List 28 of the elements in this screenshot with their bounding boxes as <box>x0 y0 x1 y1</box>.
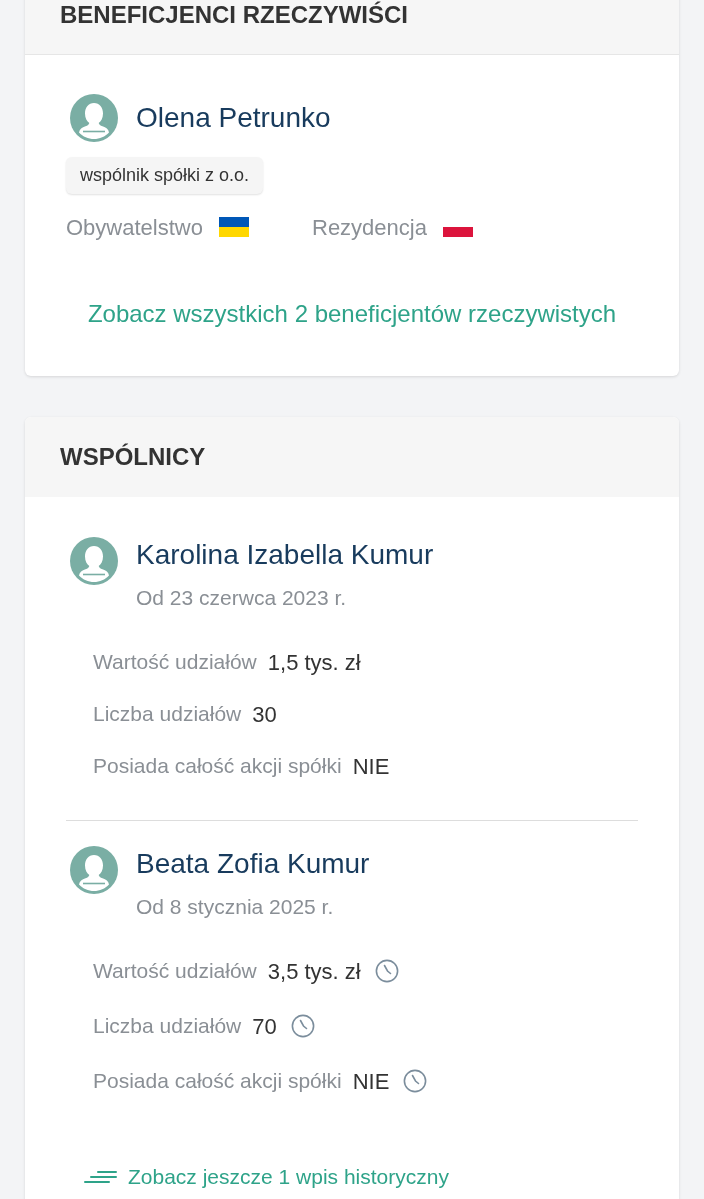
field-label: Wartość udziałów <box>93 958 257 985</box>
lines-icon <box>84 1170 118 1184</box>
field-label: Obywatelstwo <box>66 213 203 242</box>
avatar-icon <box>70 94 118 142</box>
ukraine-flag-icon <box>218 217 249 237</box>
person-name[interactable]: Olena Petrunko <box>136 101 331 135</box>
field-label: Posiada całość akcji spółki <box>93 1068 342 1095</box>
person-name[interactable]: Karolina Izabella Kumur <box>136 539 434 571</box>
role-tag: wspólnik spółki z o.o. <box>66 157 264 194</box>
since-date: Od 8 stycznia 2025 r. <box>136 894 335 920</box>
field-value: 1,5 tys. zł <box>267 648 361 677</box>
avatar-icon <box>70 846 118 894</box>
poland-flag-icon <box>442 227 473 237</box>
field-value: NIE <box>352 752 390 781</box>
field-value: 70 <box>252 1012 277 1041</box>
field-value: 3,5 tys. zł <box>267 957 361 986</box>
field-label: Liczba udziałów <box>93 1013 242 1040</box>
field-label: Liczba udziałów <box>93 701 242 728</box>
section-title: WSPÓLNICY <box>60 442 206 472</box>
field-label: Rezydencja <box>312 213 427 242</box>
avatar-icon <box>70 537 118 585</box>
since-date: Od 23 czerwca 2023 r. <box>136 585 348 611</box>
section-title: BENEFICJENCI RZECZYWIŚCI <box>60 0 409 30</box>
field-value: 30 <box>252 700 277 729</box>
field-value: NIE <box>352 1067 390 1096</box>
field-label: Wartość udziałów <box>93 649 257 676</box>
field-label: Posiada całość akcji spółki <box>93 753 342 780</box>
person-name[interactable]: Beata Zofia Kumur <box>136 848 370 880</box>
